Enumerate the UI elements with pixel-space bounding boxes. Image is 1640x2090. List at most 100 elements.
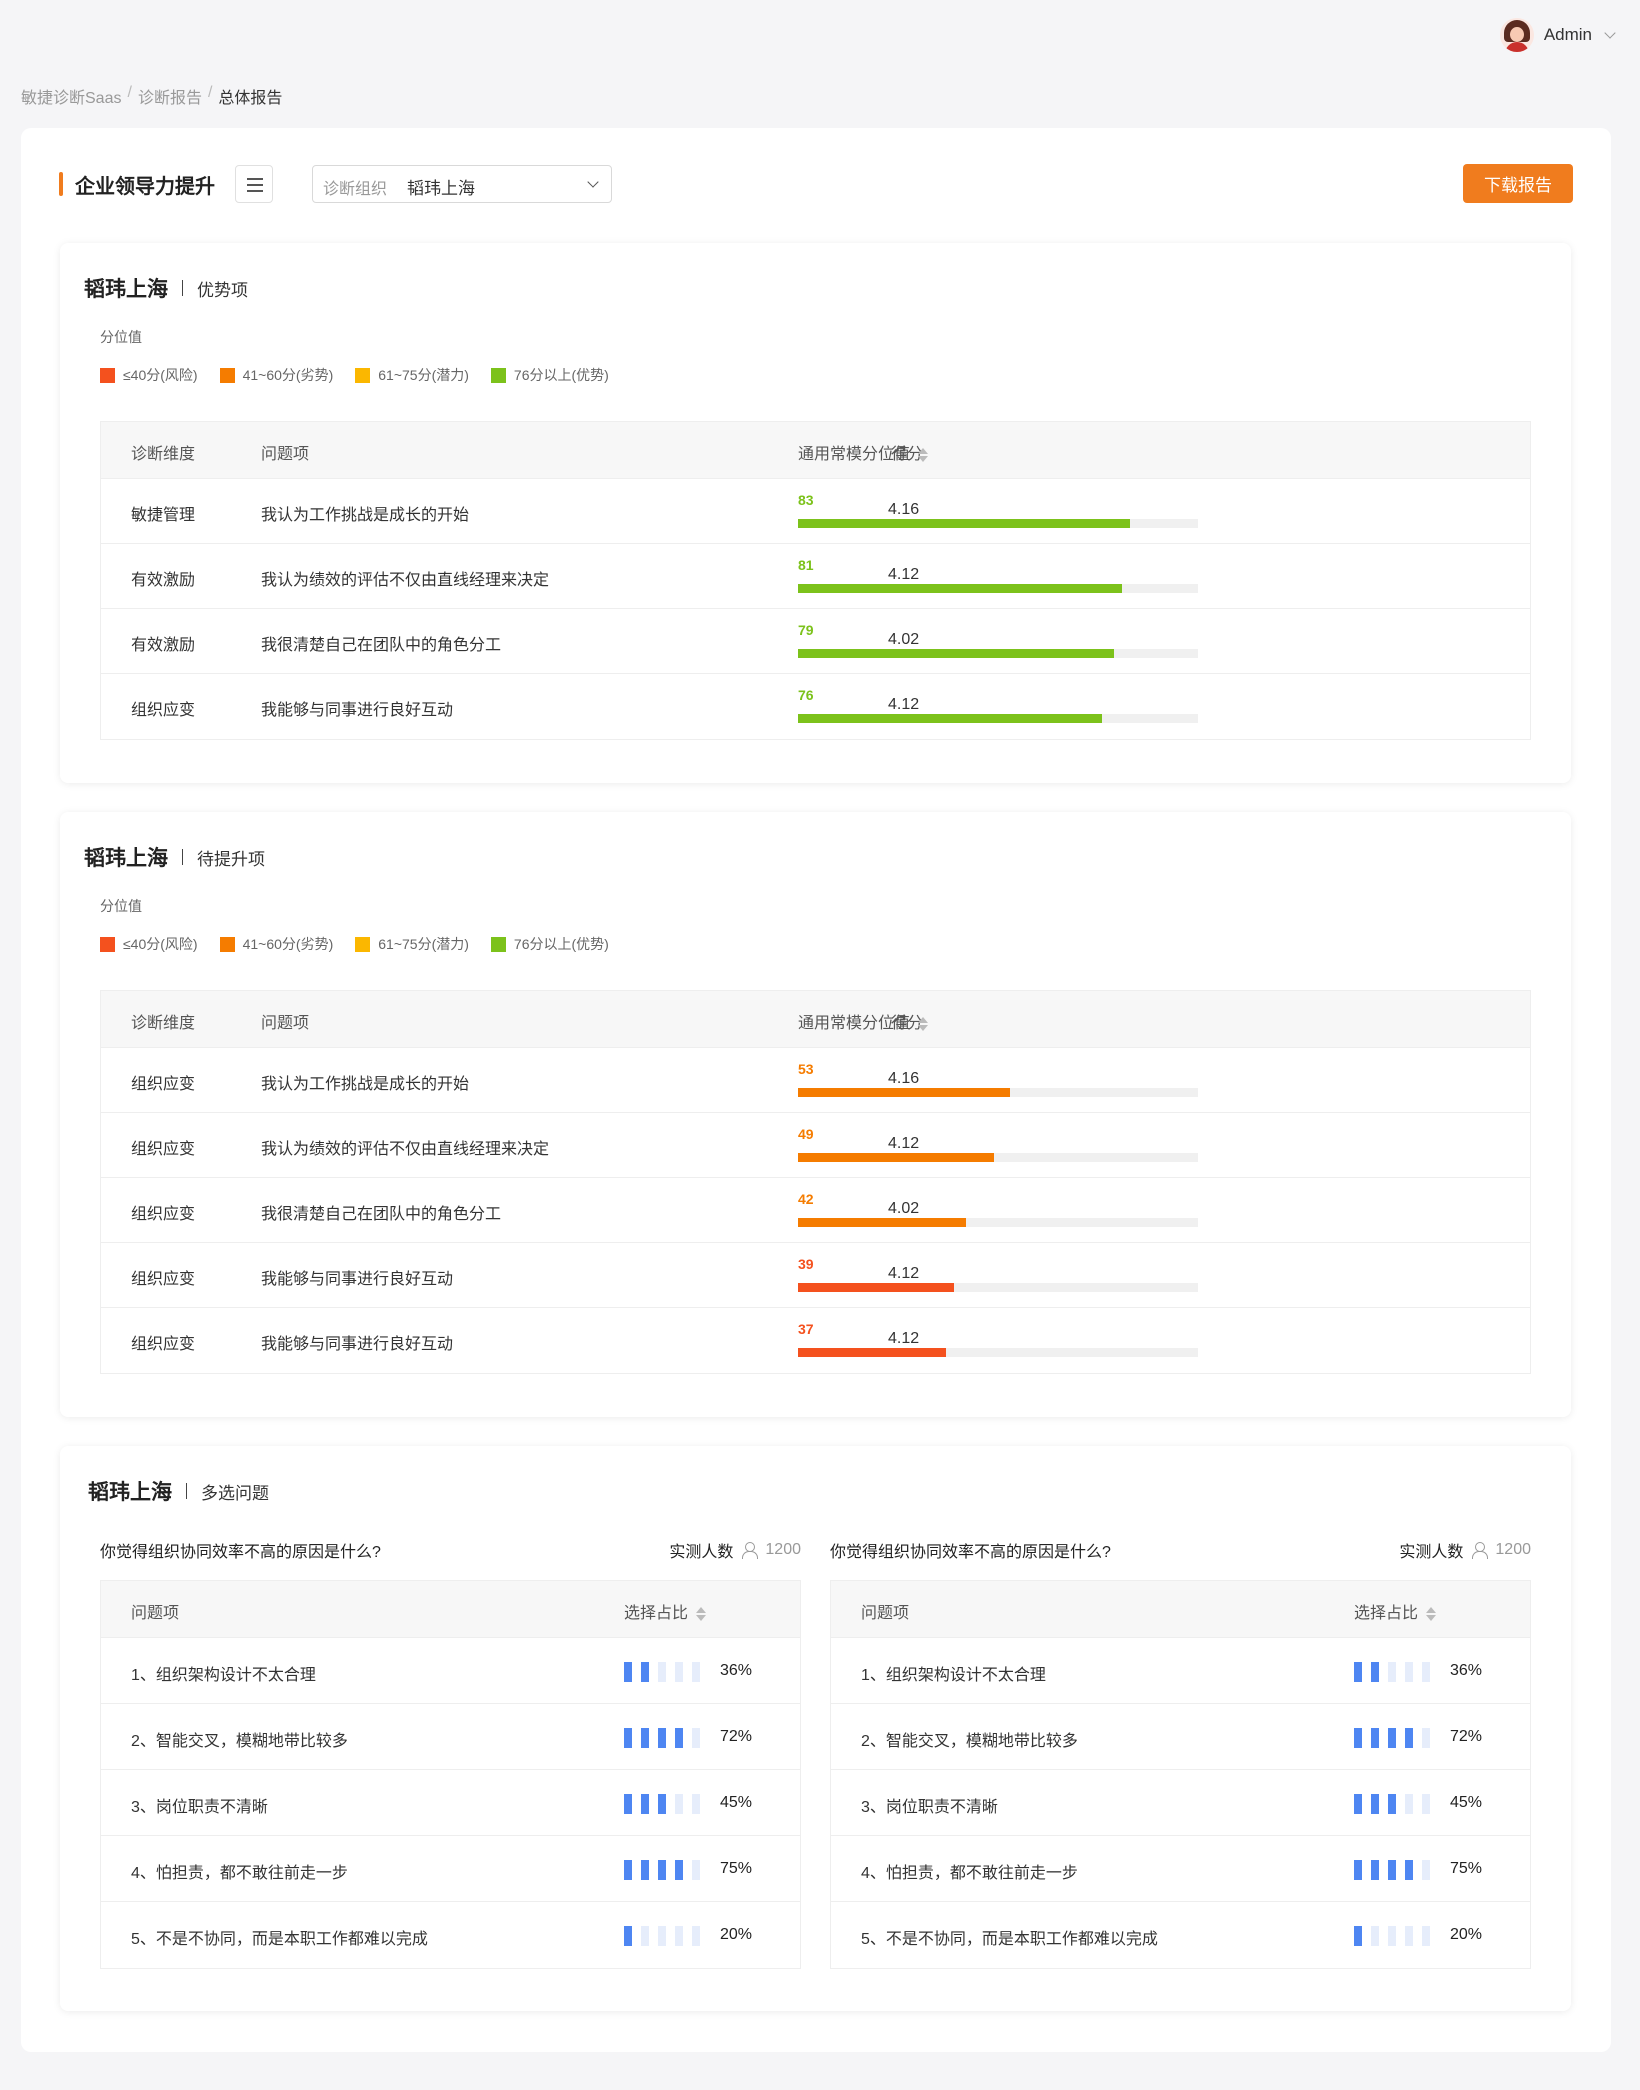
col-question: 问题项 (261, 446, 310, 463)
download-report-button[interactable]: 下载报告 (1463, 164, 1573, 203)
col-percentile[interactable]: 通用常模分位值 (798, 1009, 929, 1033)
ratio-segment (658, 1662, 666, 1682)
ratio-segments (624, 1926, 700, 1946)
table-row: 有效激励 我很清楚自己在团队中的角色分工 4.02 79 (101, 609, 1530, 674)
chevron-down-icon (587, 176, 599, 188)
list-item: 4、怕担责，都不敢往前走一步 75% (831, 1836, 1530, 1902)
table-row: 组织应变 我能够与同事进行良好互动 4.12 76 (101, 674, 1530, 739)
list-item: 2、智能交叉，模糊地带比较多 72% (831, 1704, 1530, 1770)
respondent-count: 实测人数 1200 (669, 1538, 801, 1562)
legend-item: ≤40分(风险) (100, 365, 198, 385)
ratio-segments (624, 1662, 700, 1682)
card-header: 韬玮上海 多选问题 (88, 1476, 269, 1506)
ratio-segment (1371, 1794, 1379, 1814)
percentile-value: 42 (798, 1191, 814, 1207)
sort-icon (1426, 1606, 1437, 1622)
ratio-segment (1371, 1662, 1379, 1682)
breadcrumb-separator: / (207, 84, 213, 101)
user-menu[interactable]: Admin (1499, 18, 1616, 52)
strengths-card: 韬玮上海 优势项 分位值 ≤40分(风险) 41~60分(劣势) 61~75分(… (60, 243, 1571, 783)
cell-dimension: 敏捷管理 (131, 507, 196, 524)
ratio-segment (692, 1860, 700, 1880)
legend-title: 分位值 (100, 329, 142, 345)
percentile-bar-track (798, 519, 1198, 528)
cell-dimension: 组织应变 (131, 1336, 196, 1353)
ratio-segment (675, 1728, 683, 1748)
ratio-segment (692, 1794, 700, 1814)
col-ratio[interactable]: 选择占比 (624, 1599, 707, 1623)
table-row: 有效激励 我认为绩效的评估不仅由直线经理来决定 4.12 81 (101, 544, 1530, 609)
percentile-bar-track (798, 649, 1198, 658)
cell-score: 4.12 (888, 1330, 920, 1347)
card-subtitle: 优势项 (197, 280, 248, 300)
col-percentile[interactable]: 通用常模分位值 (798, 440, 929, 464)
list-item: 3、岗位职责不清晰 45% (831, 1770, 1530, 1836)
ratio-segment (1388, 1662, 1396, 1682)
user-name: Admin (1543, 25, 1592, 44)
cell-question: 我认为工作挑战是成长的开始 (261, 1076, 470, 1093)
breadcrumb: 敏捷诊断Saas / 诊断报告 / 总体报告 (21, 84, 282, 108)
title-accent (59, 172, 63, 196)
cell-score: 4.16 (888, 501, 920, 518)
menu-button[interactable] (235, 165, 273, 203)
ratio-segment (641, 1662, 649, 1682)
percentile-bar-fill (798, 1153, 994, 1162)
legend-swatch (355, 936, 371, 952)
cell-score: 4.02 (888, 1200, 920, 1217)
option-label: 2、智能交叉，模糊地带比较多 (861, 1733, 1078, 1750)
cell-score: 4.12 (888, 1265, 920, 1282)
ratio-segment (1405, 1662, 1413, 1682)
cell-question: 我很清楚自己在团队中的角色分工 (261, 637, 502, 654)
org-select[interactable]: 诊断组织 韬玮上海 (312, 165, 612, 203)
legend-item: 41~60分(劣势) (219, 365, 333, 385)
list-item: 4、怕担责，都不敢往前走一步 75% (101, 1836, 800, 1902)
ratio-segment (658, 1728, 666, 1748)
legend-swatch (100, 936, 115, 952)
ratio-percent: 45% (720, 1794, 753, 1811)
breadcrumb-item-reports[interactable]: 诊断报告 (138, 84, 202, 108)
cell-score: 4.12 (888, 1135, 920, 1152)
ratio-segment (1422, 1728, 1430, 1748)
ratio-segment (658, 1860, 666, 1880)
cell-question: 我能够与同事进行良好互动 (261, 1271, 454, 1288)
col-ratio[interactable]: 选择占比 (1354, 1599, 1437, 1623)
cell-dimension: 组织应变 (131, 1206, 196, 1223)
ratio-segment (1354, 1794, 1362, 1814)
table-header: 诊断维度 问题项 得分 通用常模分位值 (101, 422, 1530, 479)
org-select-value: 韬玮上海 (407, 179, 475, 198)
ratio-segment (624, 1926, 632, 1946)
table-row: 组织应变 我能够与同事进行良好互动 4.12 37 (101, 1308, 1530, 1373)
cell-dimension: 有效激励 (131, 572, 196, 589)
legend: ≤40分(风险) 41~60分(劣势) 61~75分(潜力) 76分以上(优势) (100, 365, 609, 385)
percentile-bar-track (798, 1283, 1198, 1292)
ratio-segment (624, 1860, 632, 1880)
ratio-segment (692, 1662, 700, 1682)
percentile-value: 53 (798, 1061, 814, 1077)
card-subtitle: 待提升项 (197, 849, 265, 869)
breadcrumb-item-home[interactable]: 敏捷诊断Saas (21, 84, 121, 108)
cell-score: 4.02 (888, 631, 920, 648)
card-org: 韬玮上海 (88, 1481, 172, 1504)
ratio-segment (692, 1728, 700, 1748)
col-item: 问题项 (131, 1605, 180, 1622)
ratio-segments (624, 1794, 700, 1814)
legend-swatch (355, 367, 371, 383)
sort-icon (918, 1016, 929, 1032)
ratio-percent: 75% (720, 1860, 753, 1877)
ratio-segment (1371, 1860, 1379, 1880)
ratio-segments (1354, 1926, 1430, 1946)
table-row: 敏捷管理 我认为工作挑战是成长的开始 4.16 83 (101, 479, 1530, 544)
respondent-count: 实测人数 1200 (1399, 1538, 1531, 1562)
breadcrumb-separator: / (127, 84, 132, 101)
ratio-segment (624, 1662, 632, 1682)
percentile-bar-fill (798, 1088, 1010, 1097)
ratio-segment (1371, 1926, 1379, 1946)
count-value: 1200 (765, 1541, 801, 1558)
table-row: 组织应变 我认为绩效的评估不仅由直线经理来决定 4.12 49 (101, 1113, 1530, 1178)
table-header: 诊断维度 问题项 得分 通用常模分位值 (101, 991, 1530, 1048)
col-dimension: 诊断维度 (131, 446, 196, 463)
ratio-segment (1405, 1926, 1413, 1946)
breadcrumb-item-current: 总体报告 (218, 90, 283, 107)
legend-item: 61~75分(潜力) (355, 365, 469, 385)
top-bar: Admin (0, 0, 1640, 68)
